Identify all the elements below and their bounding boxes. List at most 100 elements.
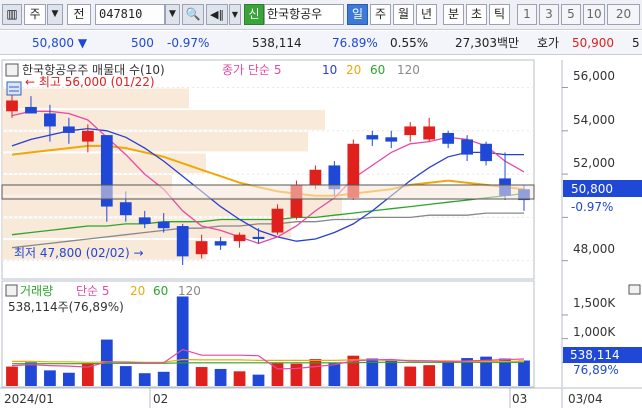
volume-bar <box>404 366 417 386</box>
current-price: 50,800 ▼ <box>32 36 88 50</box>
candle-body <box>6 100 18 112</box>
volume-bar <box>119 366 132 386</box>
volume-profile-bar <box>2 131 308 152</box>
volume-bar <box>6 366 18 386</box>
volume-bar <box>442 360 455 386</box>
trade-amount: 27,303백만 <box>455 36 520 50</box>
candle-body <box>442 132 455 144</box>
interval-3-label: 3 <box>545 7 553 21</box>
ask-label: 호가 <box>537 36 560 50</box>
price-tick-1: 54,000 <box>573 113 615 127</box>
volume-bar <box>423 365 436 386</box>
volume-close-icon[interactable] <box>628 284 641 295</box>
speaker-dropdown-icon[interactable]: ▼ <box>229 4 241 25</box>
market-select[interactable]: 주 <box>24 4 46 25</box>
ask-price: 50,900 <box>572 36 614 50</box>
stock-name: 한국항공우 <box>264 4 344 25</box>
market-dropdown-icon[interactable]: ▼ <box>47 4 63 25</box>
tab-tick[interactable]: 틱 <box>489 4 510 25</box>
volume-bar <box>63 372 75 386</box>
menu-icon[interactable]: ▥ <box>2 4 22 25</box>
ma5-label: 5 <box>274 63 282 77</box>
current-pct-text: -0.97% <box>571 200 613 214</box>
current-volume-pct: 76,89% <box>573 363 619 377</box>
interval-10-label: 10 <box>586 7 602 21</box>
candle-body <box>81 130 94 142</box>
candle-body <box>233 234 246 242</box>
tab-month[interactable]: 월 <box>393 4 414 25</box>
volume-title: 거래량 <box>20 284 53 298</box>
tab-day-label: 일 <box>351 7 364 21</box>
volume-bar <box>214 368 227 386</box>
price-volume-chart[interactable]: 한국항공우주 매물대 수(10) 종가 단순 5 10 20 60 120 ← … <box>0 56 642 408</box>
candle-body <box>385 137 398 142</box>
price-change: 500 <box>131 36 154 50</box>
candle-body <box>25 106 37 114</box>
tab-second[interactable]: 초 <box>466 4 487 25</box>
interval-1[interactable]: 1 <box>517 4 537 25</box>
table-icon[interactable] <box>6 81 22 96</box>
code-input[interactable]: 047810 <box>95 4 165 25</box>
candle-body <box>252 236 265 240</box>
interval-3[interactable]: 3 <box>539 4 559 25</box>
candle-body <box>119 202 132 216</box>
market-label: 주 <box>29 7 41 21</box>
speaker-icon[interactable]: ◀‖ <box>206 4 228 25</box>
stock-name-text: 한국항공우 <box>267 7 323 21</box>
ma60-label: 60 <box>370 63 385 77</box>
search-icon[interactable]: 🔍 <box>182 4 204 25</box>
volume-ma120-label: 120 <box>178 284 201 298</box>
candle-body <box>176 226 189 257</box>
code-dropdown-icon[interactable]: ▼ <box>165 4 180 25</box>
ma20-label: 20 <box>346 63 361 77</box>
chart-window: ▥ 주 ▼ 전 047810 ▼ 🔍 ◀‖ ▼ 신 한국항공우 일 주 월 년 … <box>0 0 642 408</box>
tab-week-label: 주 <box>374 7 387 21</box>
volume-bar <box>25 362 37 386</box>
current-price-band <box>1 184 535 200</box>
volume-bar <box>195 367 208 386</box>
x-label-jan: 2024/01 <box>4 392 54 406</box>
tab-week[interactable]: 주 <box>370 4 391 25</box>
new-badge: 신 <box>244 4 264 25</box>
volume-ma-title: 단순 5 <box>76 284 110 298</box>
tab-second-label: 초 <box>470 7 483 21</box>
x-label-date: 03/04 <box>568 392 603 406</box>
volume-ma5-label: 5 <box>102 284 110 298</box>
volume-collapse-icon[interactable] <box>5 284 18 297</box>
tab-day[interactable]: 일 <box>347 4 368 25</box>
tab-year[interactable]: 년 <box>416 4 437 25</box>
candle-body <box>423 126 436 140</box>
quote-row: 50,800 ▼ 500 -0.97% 538,114 76.89% 0.55%… <box>0 31 642 55</box>
ma120-label: 120 <box>397 63 420 77</box>
price-change-pct: -0.97% <box>167 36 210 50</box>
volume-bar <box>138 373 151 386</box>
volume-bar <box>252 374 265 386</box>
ma10-label: 10 <box>322 63 337 77</box>
interval-5[interactable]: 5 <box>561 4 581 25</box>
tab-month-label: 월 <box>397 7 410 21</box>
volume-ma20-label: 20 <box>130 284 145 298</box>
candle-body <box>195 241 208 255</box>
ask-qty: 5 <box>632 36 640 50</box>
interval-20[interactable]: 20 <box>607 4 640 25</box>
tab-minute[interactable]: 분 <box>443 4 464 25</box>
candle-body <box>271 208 284 233</box>
volume-bar <box>233 371 246 386</box>
price-tick-4: 48,000 <box>573 242 615 256</box>
current-volume-tag-text: 538,114 <box>570 348 620 362</box>
volume-bar <box>157 371 170 386</box>
current-price-tag-text: 50,800 <box>571 182 613 196</box>
volume-current-label: 538,114주(76,89%) <box>8 300 124 314</box>
candle-body <box>480 143 492 162</box>
volume-bar <box>518 360 530 386</box>
candle-body <box>138 217 151 224</box>
panel-collapse-icon[interactable] <box>5 63 19 77</box>
volume-bar <box>44 370 56 386</box>
code-value: 047810 <box>99 7 143 21</box>
interval-10[interactable]: 10 <box>583 4 605 25</box>
type-select[interactable]: 전 <box>67 4 91 25</box>
volume-bar <box>176 296 189 386</box>
candle-body <box>44 113 56 127</box>
candle-body <box>404 126 417 136</box>
low-arrow: → <box>130 246 144 260</box>
